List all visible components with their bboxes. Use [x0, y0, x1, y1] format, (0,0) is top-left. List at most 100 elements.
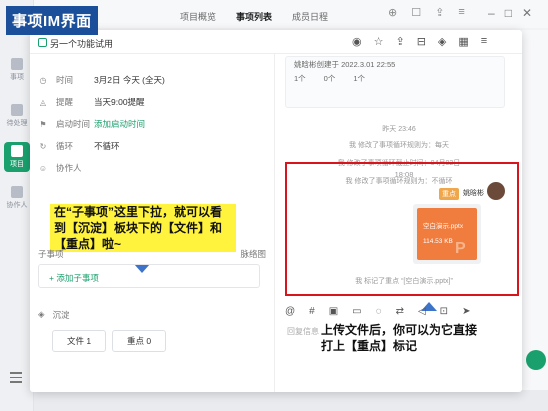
comment-icon[interactable]: ◌ — [376, 306, 382, 317]
rail-item-collaborators[interactable]: 协作人 — [4, 186, 30, 210]
rail-label: 协作人 — [6, 202, 28, 209]
menu-icon[interactable]: ≡ — [458, 6, 464, 19]
tab-overview[interactable]: 项目概览 — [180, 10, 216, 23]
stat-likes: 0个 — [323, 74, 336, 83]
window-controls: – □ ✕ — [488, 6, 532, 20]
background-panel — [522, 30, 548, 390]
highlights-button[interactable]: 重点 0 — [112, 330, 166, 352]
layers-icon: ◈ — [38, 309, 45, 319]
event-title: 另一个功能试用 — [50, 39, 114, 49]
highlight-note: 我 标记了重点 “[空白演示.pptx]” — [355, 278, 453, 285]
card-stats: 1个 0个 1个 — [294, 73, 365, 84]
stat-members: 1个 — [353, 74, 366, 83]
field-value: 当天9:00提醒 — [94, 97, 145, 107]
clock-icon: ◷ — [39, 75, 47, 85]
topic-button[interactable]: # — [309, 306, 315, 317]
volume-icon[interactable]: ◁ — [418, 306, 426, 317]
bottom-strip — [34, 390, 548, 411]
settle-label: 沉淀 — [52, 310, 70, 320]
subitems-label: 子事项 — [38, 249, 64, 259]
share-icon[interactable]: ⇪ — [395, 35, 404, 48]
event-dialog: 另一个功能试用 ◉ ☆ ⇪ ⊟ ◈ ▦ ≡ ◷ 时间 3月2日 今天 (全天) ◬ 提… — [30, 30, 522, 392]
file-message[interactable]: 空白演示.pptx 114.53 KB P — [413, 204, 481, 264]
calendar-icon — [11, 58, 23, 70]
file-size: 114.53 KB — [423, 238, 453, 245]
annotation-left: 在“子事项”这里下拉，就可以看到【沉淀】板块下的【文件】和【重点】啦~ — [50, 204, 236, 252]
annotation-right: 上传文件后，你可以为它直接打上【重点】标记 — [321, 322, 481, 354]
files-button[interactable]: 文件 1 — [52, 330, 106, 352]
system-message: 我 修改了事项循环规则为：每天 — [349, 142, 449, 149]
gift-icon[interactable]: ⊡ — [440, 306, 448, 317]
share-icon[interactable]: ⇪ — [435, 6, 444, 19]
event-details-pane: ◷ 时间 3月2日 今天 (全天) ◬ 提醒 当天9:00提醒 ⚑ 启动时间 添加启动时间 … — [30, 54, 274, 392]
field-start-time[interactable]: ⚑ 启动时间 添加启动时间 — [38, 118, 145, 130]
add-subitem-button[interactable]: + 添加子事项 — [38, 264, 260, 288]
more-icon[interactable]: ≡ — [481, 35, 487, 48]
subitems-header: 子事项 脉络图 — [38, 248, 266, 260]
im-pane: 姚晗彬创建于 2022.3.01 22:55 1个 0个 1个 昨天 23:46… — [274, 54, 522, 392]
minimize-icon[interactable]: – — [488, 6, 495, 20]
maximize-icon[interactable]: □ — [505, 6, 512, 20]
flag-icon: ⚑ — [39, 119, 47, 129]
rail-item-events[interactable]: 事项 — [4, 58, 30, 82]
pptx-file-icon: 空白演示.pptx 114.53 KB P — [417, 208, 477, 260]
event-summary-card[interactable]: 姚晗彬创建于 2022.3.01 22:55 1个 0个 1个 — [285, 56, 505, 108]
field-time[interactable]: ◷ 时间 3月2日 今天 (全天) — [38, 74, 165, 86]
ppt-mark: P — [455, 240, 466, 257]
highlight-tag: 重点 — [439, 188, 459, 200]
plus-icon[interactable]: ⊕ — [388, 6, 397, 19]
tab-event-list[interactable]: 事项列表 — [236, 10, 272, 23]
filter-icon[interactable]: ⊟ — [417, 35, 426, 48]
top-icons: ⊕ ☐ ⇪ ≡ — [388, 6, 465, 19]
rail-item-projects[interactable]: 项目 — [4, 142, 30, 172]
layers-icon[interactable]: ◈ — [438, 35, 446, 48]
field-label: 启动时间 — [56, 119, 91, 129]
mind-map-link[interactable]: 脉络图 — [240, 248, 266, 260]
message-time: 18:08 — [394, 170, 414, 179]
share-icon[interactable]: ⇄ — [396, 306, 404, 317]
field-repeat[interactable]: ↻ 循环 不循环 — [38, 140, 120, 152]
field-value: 不循环 — [94, 141, 120, 151]
field-label: 时间 — [56, 75, 74, 85]
highlight-box: 18:08 重点 姚晗彬 空白演示.pptx 114.53 KB P 我 标记了… — [285, 162, 519, 296]
field-value: 3月2日 今天 (全天) — [94, 75, 165, 85]
mention-button[interactable]: @ — [285, 306, 295, 317]
top-tabs: 项目概览 事项列表 成员日程 — [180, 10, 328, 23]
folder-icon — [11, 145, 23, 157]
close-icon[interactable]: ✕ — [522, 6, 532, 20]
sender-name: 姚晗彬 — [463, 190, 484, 197]
star-icon[interactable]: ☆ — [374, 35, 384, 48]
file-name: 空白演示.pptx — [423, 223, 464, 230]
left-rail: 事项 待处理 项目 协作人 — [0, 0, 34, 411]
message-toolbar: @ # ▣ ▭ ◌ ⇄ ◁ ⊡ ➤ — [285, 306, 470, 317]
hamburger-icon[interactable] — [10, 372, 22, 386]
bell-icon: ◬ — [39, 97, 47, 107]
created-by: 姚晗彬创建于 2022.3.01 22:55 — [294, 60, 396, 69]
rail-label: 项目 — [10, 161, 24, 168]
field-label: 协作人 — [56, 163, 82, 173]
system-message: 昨天 23:46 — [382, 126, 416, 133]
chat-icon[interactable]: ☐ — [411, 6, 421, 19]
field-reminder[interactable]: ◬ 提醒 当天9:00提醒 — [38, 96, 145, 108]
field-label: 循环 — [56, 141, 74, 151]
user-icon: ☺ — [38, 163, 48, 173]
dialog-header: 另一个功能试用 ◉ ☆ ⇪ ⊟ ◈ ▦ ≡ — [30, 30, 522, 54]
eye-icon[interactable]: ◉ — [352, 35, 362, 48]
image-icon[interactable]: ▣ — [329, 306, 338, 317]
avatar[interactable] — [487, 182, 505, 200]
people-icon — [11, 186, 23, 198]
title-badge: 事项IM界面 — [6, 6, 98, 35]
folder-icon[interactable]: ▭ — [352, 306, 361, 317]
tab-member-schedule[interactable]: 成员日程 — [292, 10, 328, 23]
reply-input[interactable]: 回复信息 — [287, 326, 319, 337]
repeat-icon: ↻ — [39, 141, 47, 151]
field-collaborators[interactable]: ☺ 协作人 — [38, 162, 94, 174]
event-checkbox[interactable] — [38, 38, 47, 47]
settle-section: ◈ 沉淀 — [38, 309, 70, 321]
field-value[interactable]: 添加启动时间 — [94, 118, 145, 130]
send-icon[interactable]: ➤ — [462, 306, 470, 317]
grid-icon[interactable]: ▦ — [458, 35, 468, 48]
rail-item-todo[interactable]: 待处理 — [4, 104, 30, 128]
field-label: 提醒 — [56, 97, 74, 107]
floating-action-button[interactable] — [526, 350, 546, 370]
